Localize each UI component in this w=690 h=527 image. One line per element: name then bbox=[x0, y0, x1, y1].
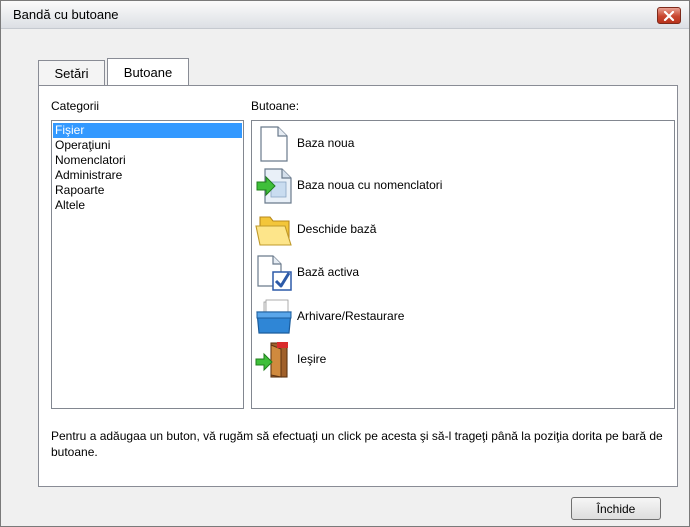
category-item-fisier[interactable]: Fişier bbox=[53, 123, 242, 138]
button-item-baza-noua-cu-nomenclatori[interactable]: Baza noua cu nomenclatori bbox=[252, 165, 672, 205]
button-item-baza-activa[interactable]: Bază activa bbox=[252, 252, 672, 292]
category-item-nomenclatori[interactable]: Nomenclatori bbox=[53, 153, 242, 168]
buttons-label: Butoane: bbox=[251, 99, 300, 113]
archive-box-icon bbox=[256, 299, 292, 334]
category-item-operatiuni[interactable]: Operaţiuni bbox=[53, 138, 242, 153]
instructions-text: Pentru a adăugaa un buton, vă rugăm să e… bbox=[51, 429, 663, 459]
category-item-rapoarte[interactable]: Rapoarte bbox=[53, 183, 242, 198]
exit-door-icon bbox=[255, 342, 288, 378]
button-item-label: Bază activa bbox=[297, 265, 360, 279]
button-item-label: Ieşire bbox=[297, 352, 327, 366]
button-item-label: Arhivare/Restaurare bbox=[297, 309, 405, 323]
button-item-label: Deschide bază bbox=[297, 222, 377, 236]
category-item-altele[interactable]: Altele bbox=[53, 198, 242, 213]
button-item-deschide-baza[interactable]: Deschide bază bbox=[252, 209, 672, 249]
window-close-button[interactable] bbox=[657, 7, 681, 24]
button-item-label: Baza noua bbox=[297, 136, 355, 150]
button-item-baza-noua[interactable]: Baza noua bbox=[252, 123, 672, 163]
button-item-label: Baza noua cu nomenclatori bbox=[297, 178, 443, 192]
buttons-list[interactable]: Baza noua Baza noua cu nomenclatori Desc bbox=[251, 120, 675, 409]
window-title: Bandă cu butoane bbox=[13, 7, 119, 22]
button-item-arhivare-restaurare[interactable]: Arhivare/Restaurare bbox=[252, 296, 672, 336]
close-icon bbox=[663, 10, 675, 21]
tab-butoane[interactable]: Butoane bbox=[107, 58, 189, 86]
dialog-window: Bandă cu butoane Setări Butoane Categori… bbox=[0, 0, 690, 527]
document-check-icon bbox=[257, 255, 292, 291]
new-document-arrow-icon bbox=[256, 168, 292, 204]
button-item-iesire[interactable]: Ieşire bbox=[252, 339, 672, 379]
folder-open-icon bbox=[255, 216, 292, 246]
categories-list[interactable]: Fişier Operaţiuni Nomenclatori Administr… bbox=[51, 120, 244, 409]
tab-panel-butoane: Categorii Butoane: Fişier Operaţiuni Nom… bbox=[38, 85, 678, 487]
tab-setari[interactable]: Setări bbox=[38, 60, 105, 86]
category-item-administrare[interactable]: Administrare bbox=[53, 168, 242, 183]
close-dialog-button[interactable]: Închide bbox=[571, 497, 661, 520]
categories-label: Categorii bbox=[51, 99, 100, 113]
title-bar[interactable]: Bandă cu butoane bbox=[1, 1, 689, 29]
new-document-icon bbox=[260, 126, 288, 162]
